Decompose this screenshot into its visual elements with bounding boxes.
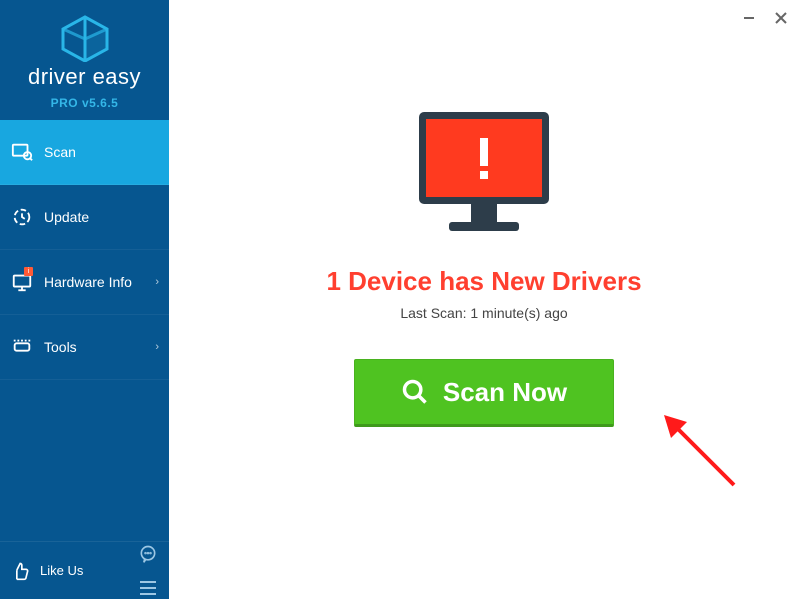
logo-icon (57, 14, 113, 62)
sidebar-item-tools[interactable]: Tools › (0, 315, 169, 380)
app-window: driver easy PRO v5.6.5 Scan (0, 0, 799, 599)
sidebar: driver easy PRO v5.6.5 Scan (0, 0, 169, 599)
logo-area: driver easy PRO v5.6.5 (0, 0, 169, 120)
hardware-info-icon: i (10, 270, 34, 294)
scan-icon (10, 140, 34, 164)
sidebar-item-label: Update (44, 209, 89, 225)
update-icon (10, 205, 34, 229)
feedback-icon[interactable] (137, 543, 159, 565)
info-badge-icon: i (24, 267, 33, 276)
sidebar-item-label: Tools (44, 339, 77, 355)
version-label: PRO v5.6.5 (0, 96, 169, 110)
headline-text: 1 Device has New Drivers (326, 266, 641, 297)
menu-icon[interactable] (137, 577, 159, 599)
scan-now-label: Scan Now (443, 377, 567, 408)
thumbs-up-icon (10, 560, 32, 582)
close-button[interactable] (771, 8, 791, 28)
like-us-button[interactable]: Like Us (10, 560, 83, 582)
magnifier-icon (401, 378, 429, 406)
minimize-button[interactable] (739, 8, 759, 28)
scan-now-button[interactable]: Scan Now (354, 359, 614, 427)
alert-monitor-icon (409, 108, 559, 238)
like-us-label: Like Us (40, 563, 83, 578)
window-controls (739, 8, 791, 28)
sidebar-item-label: Hardware Info (44, 274, 132, 290)
chevron-right-icon: › (155, 341, 159, 353)
sidebar-item-hardware-info[interactable]: i Hardware Info › (0, 250, 169, 315)
sidebar-item-scan[interactable]: Scan (0, 120, 169, 185)
tools-icon (10, 335, 34, 359)
nav: Scan Update i (0, 120, 169, 541)
sidebar-footer: Like Us (0, 541, 169, 599)
main-panel: 1 Device has New Drivers Last Scan: 1 mi… (169, 0, 799, 599)
chevron-right-icon: › (155, 276, 159, 288)
sidebar-item-label: Scan (44, 144, 76, 160)
annotation-arrow-icon (659, 410, 749, 500)
last-scan-text: Last Scan: 1 minute(s) ago (400, 305, 567, 321)
sidebar-item-update[interactable]: Update (0, 185, 169, 250)
brand-name: driver easy (0, 64, 169, 90)
